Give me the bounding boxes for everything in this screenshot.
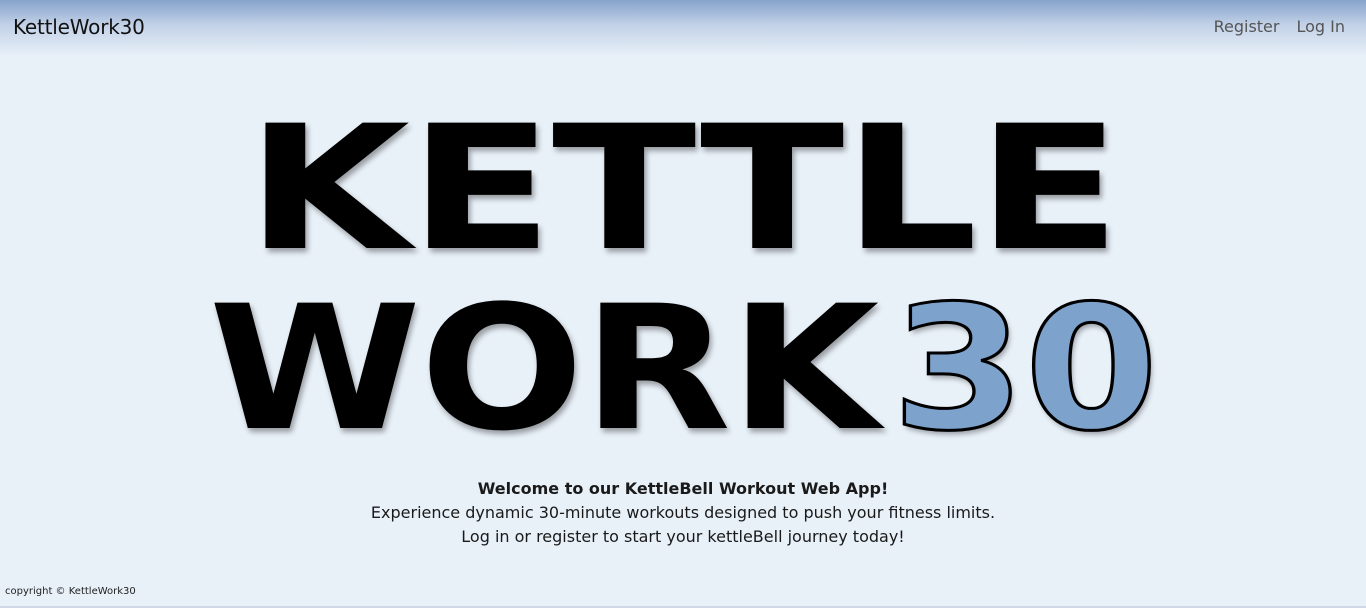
- welcome-text-line-1: Experience dynamic 30-minute workouts de…: [370, 503, 996, 522]
- hero-number-30: 30: [890, 268, 1160, 469]
- welcome-title: Welcome to our KettleBell Workout Web Ap…: [477, 479, 889, 498]
- hero-title-line-2: WORK30: [0, 281, 1366, 456]
- welcome-text-line-2: Log in or register to start your kettleB…: [461, 527, 905, 546]
- hero-word-work: WORK: [208, 268, 880, 469]
- hero-title-line-1: KETTLE: [0, 103, 1366, 275]
- footer-copyright: copyright © KettleWork30: [5, 586, 136, 597]
- hero-word-kettle: KETTLE: [246, 88, 1121, 289]
- welcome-section: Welcome to our KettleBell Workout Web Ap…: [0, 477, 1366, 549]
